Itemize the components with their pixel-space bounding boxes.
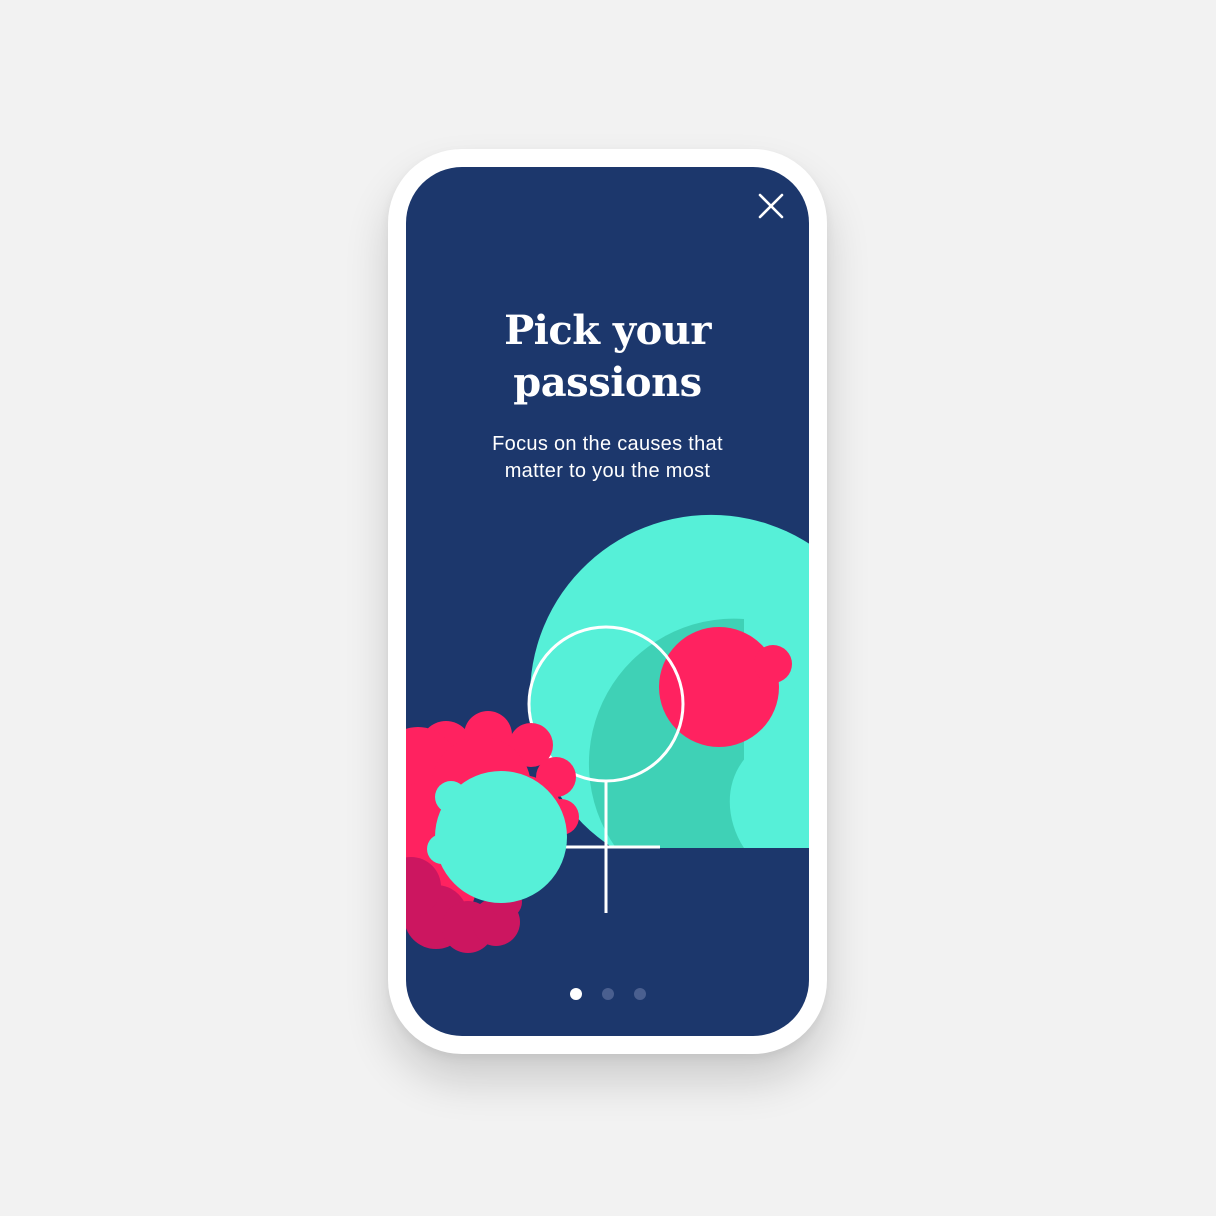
onboarding-title: Pick your passions [406, 305, 809, 409]
subtitle-line-1: Focus on the causes that [492, 433, 723, 455]
passions-illustration [406, 514, 809, 953]
pagination-dots [406, 988, 809, 1000]
close-button[interactable] [752, 187, 790, 225]
close-icon [758, 193, 784, 219]
pagination-dot-3[interactable] [633, 988, 646, 1000]
pink-bun [754, 645, 792, 683]
title-line-2: passions [513, 359, 702, 406]
onboarding-subtitle: Focus on the causes that matter to you t… [406, 431, 809, 485]
page: Pick your passions Focus on the causes t… [0, 0, 1216, 1216]
onboarding-screen: Pick your passions Focus on the causes t… [406, 167, 809, 1036]
pagination-dot-1[interactable] [569, 988, 582, 1000]
pagination-dot-2[interactable] [601, 988, 614, 1000]
subtitle-line-2: matter to you the most [504, 460, 711, 482]
pink-head [659, 627, 779, 747]
title-line-1: Pick your [504, 307, 711, 354]
